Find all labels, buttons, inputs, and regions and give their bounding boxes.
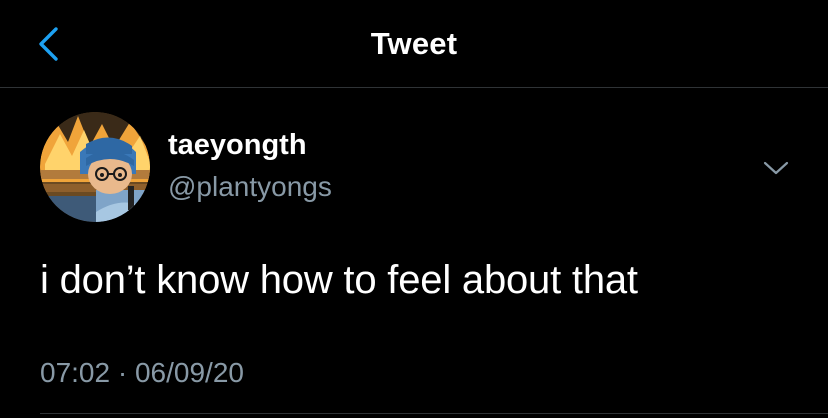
timestamp-separator: · — [117, 357, 128, 388]
author-display-name[interactable]: taeyongth — [168, 129, 307, 162]
author-handle[interactable]: @plantyongs — [168, 171, 332, 203]
chevron-down-icon — [763, 161, 789, 175]
page-title: Tweet — [370, 26, 458, 61]
nav-bar: Tweet — [0, 0, 828, 88]
avatar[interactable] — [40, 112, 150, 222]
avatar-image — [40, 112, 150, 222]
tweet-date: 06/09/20 — [134, 357, 244, 388]
tweet-time: 07:02 — [40, 357, 111, 388]
divider — [40, 413, 828, 414]
tweet-timestamp: 07:02 · 06/09/20 — [40, 357, 244, 389]
tweet-text: i don’t know how to feel about that — [40, 258, 638, 302]
more-options-button[interactable] — [758, 150, 794, 186]
